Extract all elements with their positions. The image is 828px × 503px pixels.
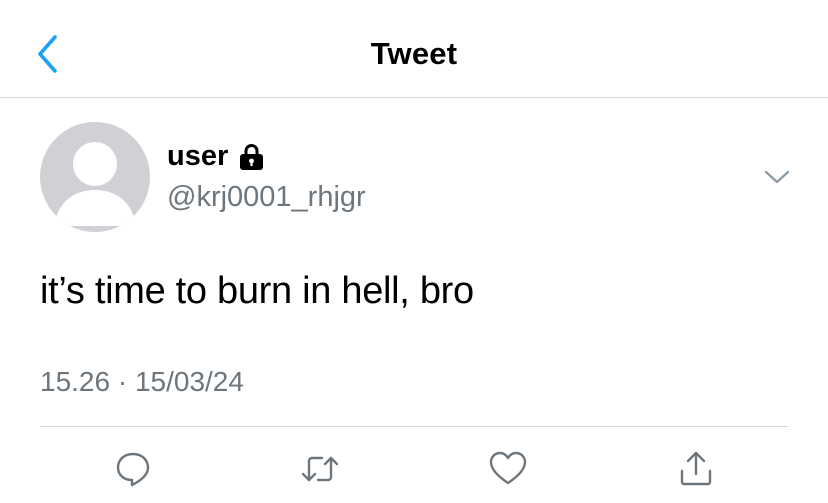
retweet-button[interactable] [298,447,342,491]
comment-icon [116,452,150,487]
like-button[interactable] [486,447,530,491]
display-name-text: user [167,140,229,172]
tweet-text: it’s time to burn in hell, bro [40,270,474,312]
retweet-icon [301,456,339,482]
more-options-button[interactable] [760,164,794,190]
heart-icon [489,451,527,485]
default-avatar-icon [54,142,136,226]
divider [40,426,788,427]
tweet-timestamp[interactable]: 15.26 · 15/03/24 [40,366,244,398]
share-button[interactable] [674,447,718,491]
page-title: Tweet [370,36,458,71]
author-handle[interactable]: @krj0001_rhjgr [167,181,366,214]
lock-icon [238,142,265,172]
avatar[interactable] [40,122,150,232]
reply-button[interactable] [111,447,155,491]
author-name[interactable]: user [167,140,265,173]
chevron-down-icon [764,170,790,184]
share-icon [680,451,712,486]
top-bar: Tweet [0,0,828,98]
